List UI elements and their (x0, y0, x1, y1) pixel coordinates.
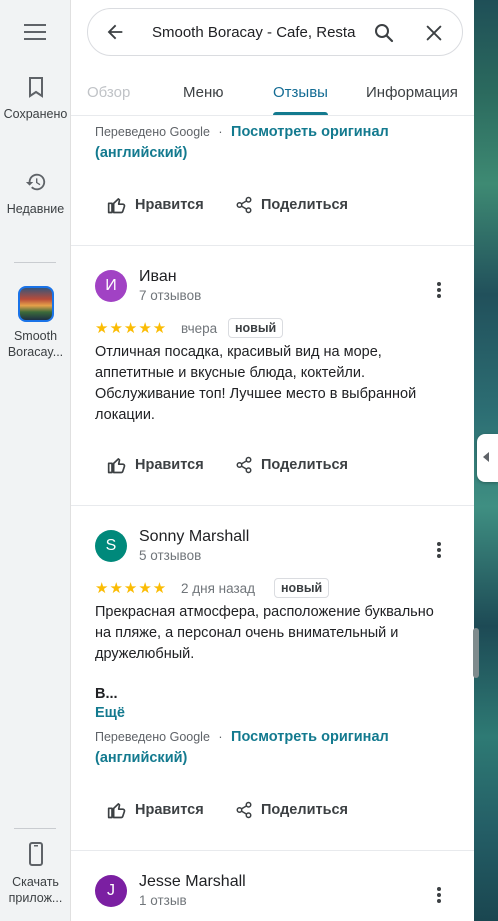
share-label: Поделиться (261, 802, 349, 818)
share-button[interactable]: Поделиться (235, 792, 348, 828)
tab-overview[interactable]: Обзор (87, 84, 130, 101)
translated-label: Переведено Google (95, 730, 210, 744)
like-label: Нравится (135, 802, 204, 818)
like-button[interactable]: Нравится (107, 187, 204, 223)
collapse-panel-button[interactable] (477, 434, 498, 482)
share-label: Поделиться (261, 457, 349, 473)
share-icon (236, 456, 252, 474)
view-original-lang-link[interactable]: (английский) (95, 145, 187, 161)
new-badge: новый (228, 318, 284, 338)
review-count: 1 отзыв (139, 893, 187, 908)
place-panel: Smooth Boracay - Cafe, Resta Обзор Меню … (71, 0, 474, 921)
phone-icon (28, 842, 43, 866)
rail-item-label: Недавние (6, 202, 65, 216)
rail-item-label: Скачать прилож... (8, 875, 63, 905)
history-icon (25, 173, 45, 191)
share-label: Поделиться (261, 197, 349, 213)
search-box[interactable]: Smooth Boracay - Cafe, Resta (87, 8, 463, 56)
review-count: 5 отзывов (139, 548, 202, 563)
tab-info[interactable]: Информация (366, 84, 458, 101)
back-arrow-icon[interactable] (104, 21, 126, 43)
view-original-lang-link[interactable]: (английский) (95, 750, 187, 766)
reviewer-name[interactable]: Sonny Marshall (139, 528, 249, 546)
bookmark-icon (28, 77, 43, 98)
rail-item-recent[interactable]: Недавние (0, 171, 71, 217)
review-count: 7 отзывов (139, 288, 202, 303)
dot-separator: · (218, 125, 223, 139)
more-options-icon[interactable] (437, 282, 441, 300)
review-divider (71, 245, 474, 246)
tab-indicator (273, 112, 328, 115)
review-date: вчера (181, 321, 218, 336)
avatar[interactable]: J (95, 875, 127, 907)
more-link[interactable]: Ещё (95, 705, 125, 721)
thumb-up-icon (107, 458, 126, 474)
review-text: Отличная посадка, красивый вид на море, … (95, 344, 417, 423)
review-date: 2 дня назад (181, 581, 256, 596)
dot-separator: · (218, 730, 223, 744)
reviewer-name[interactable]: Иван (139, 268, 177, 286)
search-input[interactable]: Smooth Boracay - Cafe, Resta (152, 24, 358, 41)
new-badge: новый (274, 578, 330, 598)
avatar[interactable]: S (95, 530, 127, 562)
place-thumbnail (17, 286, 54, 322)
review-text: Прекрасная атмосфера, расположение буква… (95, 604, 434, 662)
panel-scrollbar[interactable] (473, 628, 479, 678)
tab-menu[interactable]: Меню (183, 84, 224, 101)
rail-item-label: Smooth Boracay... (7, 329, 64, 359)
share-button[interactable]: Поделиться (235, 187, 348, 223)
more-options-icon[interactable] (437, 542, 441, 560)
share-button[interactable]: Поделиться (235, 447, 348, 483)
tab-bar: Обзор Меню Отзывы Информация (71, 74, 474, 116)
left-rail: Сохранено Недавние Smooth Boracay... Ска… (0, 0, 71, 921)
menu-icon[interactable] (24, 24, 46, 40)
rail-divider (14, 828, 56, 829)
translation-note: Переведено Google · Посмотреть оригинал (95, 729, 389, 745)
rail-item-download-app[interactable]: Скачать прилож... (0, 842, 71, 906)
more-options-icon[interactable] (437, 887, 441, 905)
thumb-up-icon (107, 803, 126, 819)
rail-divider (14, 262, 56, 263)
tab-reviews[interactable]: Отзывы (273, 84, 328, 101)
share-icon (236, 801, 252, 819)
reviewer-name[interactable]: Jesse Marshall (139, 873, 246, 891)
close-icon[interactable] (423, 22, 445, 44)
avatar[interactable]: И (95, 270, 127, 302)
share-icon (236, 196, 252, 214)
star-rating: ★★★★★ (95, 320, 168, 337)
rail-item-label: Сохранено (3, 107, 68, 121)
like-button[interactable]: Нравится (107, 792, 204, 828)
review-divider (71, 850, 474, 851)
rail-item-saved[interactable]: Сохранено (0, 76, 71, 122)
review-divider (71, 505, 474, 506)
like-label: Нравится (135, 457, 204, 473)
rail-item-place[interactable]: Smooth Boracay... (0, 286, 71, 360)
translation-note: Переведено Google · Посмотреть оригинал (95, 124, 389, 140)
like-label: Нравится (135, 197, 204, 213)
view-original-link[interactable]: Посмотреть оригинал (231, 729, 389, 745)
translated-label: Переведено Google (95, 125, 210, 139)
thumb-up-icon (107, 198, 126, 214)
chevron-left-icon (483, 452, 489, 462)
view-original-link[interactable]: Посмотреть оригинал (231, 124, 389, 140)
review-text-truncated: В... (95, 686, 118, 702)
star-rating: ★★★★★ (95, 580, 168, 597)
search-icon[interactable] (372, 21, 396, 45)
like-button[interactable]: Нравится (107, 447, 204, 483)
